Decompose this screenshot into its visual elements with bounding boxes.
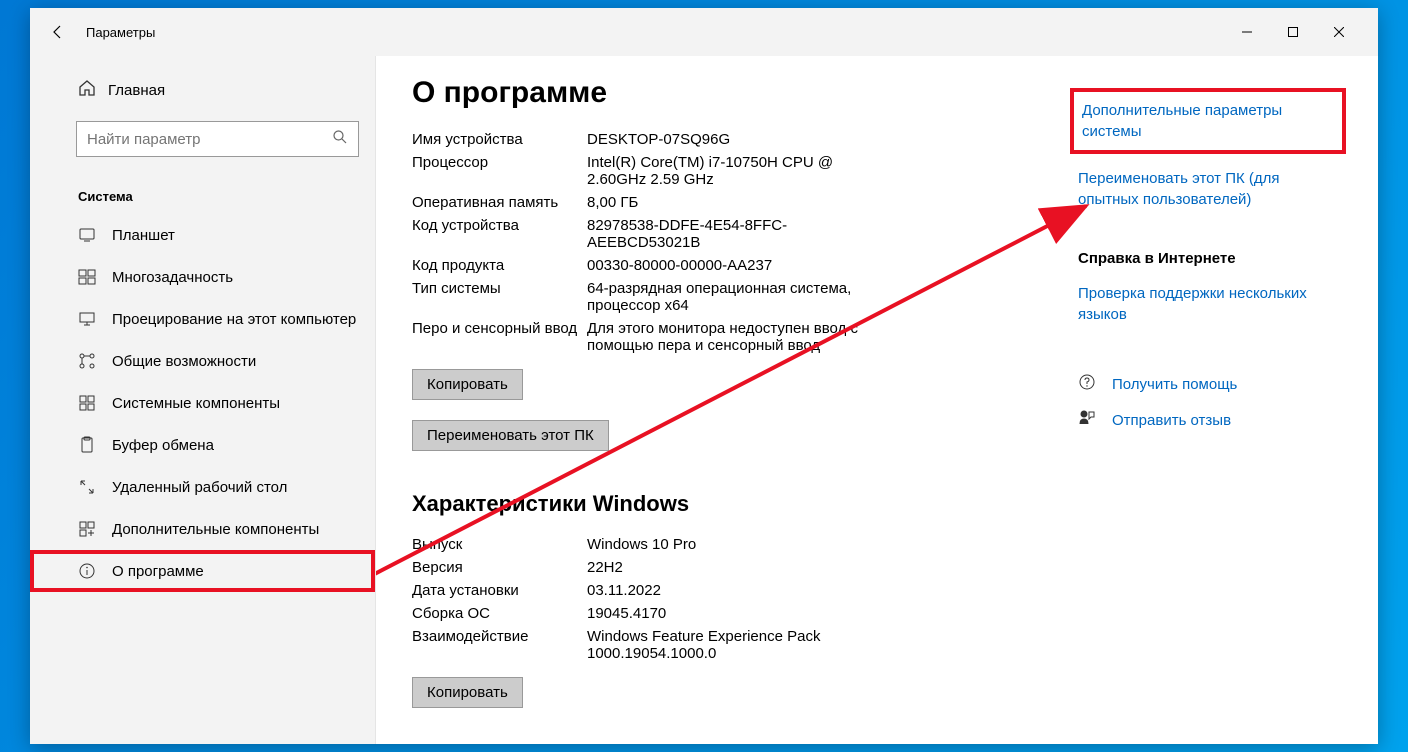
content-area: О программе Имя устройстваDESKTOP-07SQ96… <box>375 56 1378 744</box>
web-help-heading: Справка в Интернете <box>1078 250 1338 267</box>
clipboard-icon <box>78 436 96 454</box>
close-button[interactable] <box>1316 16 1362 48</box>
spec-row: Сборка ОС19045.4170 <box>412 602 1078 625</box>
window-title: Параметры <box>86 25 1224 40</box>
multilang-support-link[interactable]: Проверка поддержки нескольких языков <box>1078 283 1338 325</box>
spec-label: Тип системы <box>412 280 587 314</box>
spec-value: 22H2 <box>587 559 877 576</box>
spec-value: 19045.4170 <box>587 605 877 622</box>
sidebar-item-multitasking[interactable]: Многозадачность <box>30 256 375 298</box>
spec-label: Оперативная память <box>412 194 587 211</box>
search-icon <box>332 129 348 150</box>
sidebar-item-tablet[interactable]: Планшет <box>30 214 375 256</box>
spec-row: ВзаимодействиеWindows Feature Experience… <box>412 625 1078 665</box>
copy-button-2[interactable]: Копировать <box>412 677 523 708</box>
spec-value: 64-разрядная операционная система, проце… <box>587 280 877 314</box>
spec-value: DESKTOP-07SQ96G <box>587 131 877 148</box>
spec-value: 03.11.2022 <box>587 582 877 599</box>
back-button[interactable] <box>46 20 70 44</box>
home-nav-item[interactable]: Главная <box>30 72 375 109</box>
nav-label: Планшет <box>112 227 175 244</box>
spec-value: 8,00 ГБ <box>587 194 877 211</box>
spec-value: 82978538-DDFE-4E54-8FFC-AEEBCD53021B <box>587 217 877 251</box>
spec-label: Выпуск <box>412 536 587 553</box>
sidebar: Главная Система Планшет Многозадачность … <box>30 56 375 744</box>
tablet-icon <box>78 226 96 244</box>
spec-row: Версия22H2 <box>412 556 1078 579</box>
spec-row: ПроцессорIntel(R) Core(TM) i7-10750H CPU… <box>412 151 1078 191</box>
spec-label: Имя устройства <box>412 131 587 148</box>
spec-row: Тип системы64-разрядная операционная сис… <box>412 277 1078 317</box>
spec-label: Сборка ОС <box>412 605 587 622</box>
rename-pc-button[interactable]: Переименовать этот ПК <box>412 420 609 451</box>
spec-row: Имя устройстваDESKTOP-07SQ96G <box>412 128 1078 151</box>
nav-label: О программе <box>112 563 204 580</box>
spec-value: Windows Feature Experience Pack 1000.190… <box>587 628 877 662</box>
get-help-link[interactable]: Получить помощь <box>1078 373 1338 395</box>
spec-row: ВыпускWindows 10 Pro <box>412 533 1078 556</box>
section-title: Система <box>30 169 375 214</box>
nav-label: Проецирование на этот компьютер <box>112 311 356 328</box>
spec-label: Перо и сенсорный ввод <box>412 320 587 354</box>
search-box[interactable] <box>76 121 359 157</box>
windows-specs-title: Характеристики Windows <box>412 491 1078 517</box>
multitasking-icon <box>78 268 96 286</box>
sidebar-item-clipboard[interactable]: Буфер обмена <box>30 424 375 466</box>
minimize-button[interactable] <box>1224 16 1270 48</box>
sidebar-item-shared[interactable]: Общие возможности <box>30 340 375 382</box>
copy-button[interactable]: Копировать <box>412 369 523 400</box>
spec-label: Версия <box>412 559 587 576</box>
related-links: Дополнительные параметры системы Переиме… <box>1078 76 1338 724</box>
optional-icon <box>78 520 96 538</box>
sidebar-item-about[interactable]: О программе <box>30 550 375 592</box>
spec-label: Код продукта <box>412 257 587 274</box>
spec-value: Windows 10 Pro <box>587 536 877 553</box>
maximize-button[interactable] <box>1270 16 1316 48</box>
spec-value: 00330-80000-00000-AA237 <box>587 257 877 274</box>
spec-value: Intel(R) Core(TM) i7-10750H CPU @ 2.60GH… <box>587 154 877 188</box>
spec-row: Перо и сенсорный вводДля этого монитора … <box>412 317 1078 357</box>
help-icon <box>1078 373 1096 395</box>
about-icon <box>78 562 96 580</box>
nav-label: Дополнительные компоненты <box>112 521 319 538</box>
spec-label: Дата установки <box>412 582 587 599</box>
sidebar-item-optional[interactable]: Дополнительные компоненты <box>30 508 375 550</box>
nav-label: Многозадачность <box>112 269 233 286</box>
spec-row: Код продукта00330-80000-00000-AA237 <box>412 254 1078 277</box>
titlebar: Параметры <box>30 8 1378 56</box>
projecting-icon <box>78 310 96 328</box>
nav-label: Системные компоненты <box>112 395 280 412</box>
nav-label: Общие возможности <box>112 353 256 370</box>
home-icon <box>78 79 96 102</box>
feedback-label: Отправить отзыв <box>1112 412 1231 429</box>
spec-row: Оперативная память8,00 ГБ <box>412 191 1078 214</box>
spec-label: Код устройства <box>412 217 587 251</box>
sidebar-item-remote[interactable]: Удаленный рабочий стол <box>30 466 375 508</box>
feedback-icon <box>1078 409 1096 431</box>
search-input[interactable] <box>87 131 332 148</box>
advanced-system-settings-link[interactable]: Дополнительные параметры системы <box>1078 96 1338 146</box>
spec-value: Для этого монитора недоступен ввод с пом… <box>587 320 877 354</box>
spec-row: Дата установки03.11.2022 <box>412 579 1078 602</box>
sidebar-item-components[interactable]: Системные компоненты <box>30 382 375 424</box>
components-icon <box>78 394 96 412</box>
home-label: Главная <box>108 82 165 99</box>
shared-icon <box>78 352 96 370</box>
nav-label: Буфер обмена <box>112 437 214 454</box>
remote-icon <box>78 478 96 496</box>
page-title: О программе <box>412 76 1078 110</box>
help-label: Получить помощь <box>1112 376 1237 393</box>
spec-label: Процессор <box>412 154 587 188</box>
spec-row: Код устройства82978538-DDFE-4E54-8FFC-AE… <box>412 214 1078 254</box>
sidebar-item-projecting[interactable]: Проецирование на этот компьютер <box>30 298 375 340</box>
nav-label: Удаленный рабочий стол <box>112 479 287 496</box>
rename-advanced-link[interactable]: Переименовать этот ПК (для опытных польз… <box>1078 168 1338 210</box>
feedback-link[interactable]: Отправить отзыв <box>1078 409 1338 431</box>
spec-label: Взаимодействие <box>412 628 587 662</box>
settings-window: Параметры Главная Система Планшет <box>30 8 1378 744</box>
